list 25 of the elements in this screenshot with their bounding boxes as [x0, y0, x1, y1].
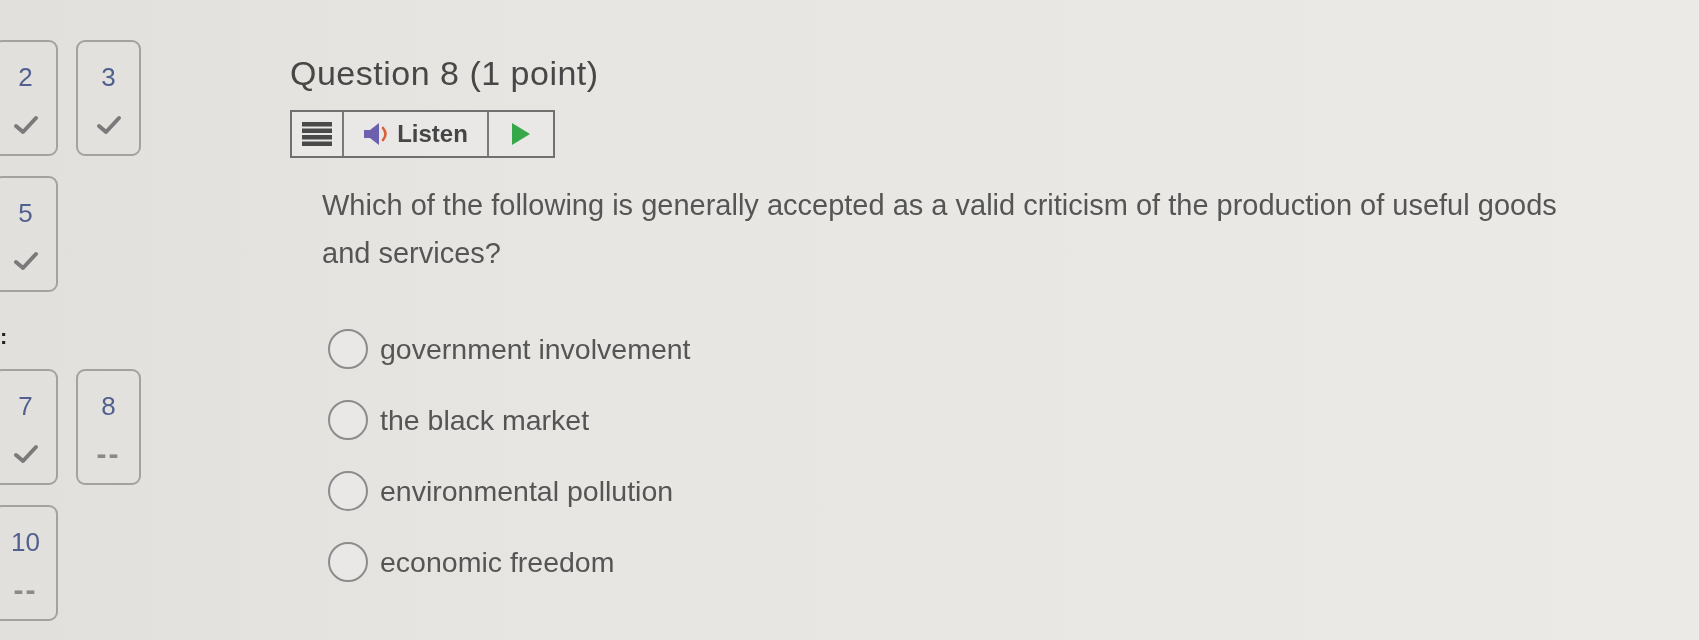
- check-icon: [95, 115, 122, 135]
- question-tile[interactable]: 3: [76, 40, 141, 156]
- play-icon: [512, 123, 530, 145]
- question-text: Which of the following is generally accepted as a valid criticism of the production of useful goods and services?: [322, 188, 1558, 271]
- question-tile[interactable]: 2: [0, 40, 58, 156]
- listen-button[interactable]: Listen: [344, 112, 489, 156]
- menu-icon: [302, 122, 332, 146]
- radio-button[interactable]: [328, 399, 368, 440]
- answer-option[interactable]: environmental pollution: [380, 473, 674, 508]
- question-title: Question 8 (1 point): [290, 54, 599, 92]
- answer-option[interactable]: government involvement: [380, 331, 691, 366]
- speaker-icon: [363, 122, 390, 146]
- question-tile[interactable]: 7: [0, 369, 58, 485]
- radio-button[interactable]: [328, 541, 368, 582]
- answer-option[interactable]: the black market: [380, 402, 590, 437]
- question-tile[interactable]: 8 --: [76, 369, 141, 485]
- answer-option[interactable]: economic freedom: [380, 544, 615, 579]
- check-icon: [12, 115, 39, 135]
- radio-button[interactable]: [328, 328, 368, 369]
- question-tile[interactable]: 5: [0, 176, 58, 292]
- check-icon: [12, 444, 39, 464]
- check-icon: [12, 251, 39, 271]
- question-tile[interactable]: 10 --: [0, 505, 58, 621]
- section-label: :: [0, 325, 8, 349]
- radio-button[interactable]: [328, 470, 368, 511]
